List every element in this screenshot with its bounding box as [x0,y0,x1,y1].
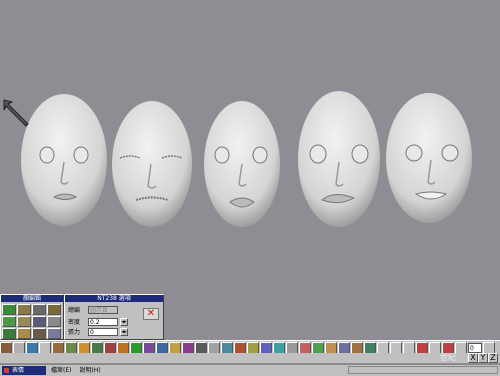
3d-viewport[interactable] [0,0,500,340]
option-field[interactable]: 圖示頁 [88,305,118,314]
head-model [386,93,472,223]
play-icon[interactable] [416,341,428,354]
grid-icon[interactable] [260,341,272,354]
tool-button[interactable] [32,328,46,339]
tool-icon[interactable] [182,341,194,354]
tool-icon[interactable] [130,341,142,354]
object-icon[interactable] [0,341,12,354]
tension-input[interactable]: 0 [88,327,118,336]
arrow-cursor-icon [2,98,32,130]
head-eyes-closed[interactable] [110,98,194,230]
tool-button[interactable] [32,304,46,315]
option-label: 張力 [68,329,81,336]
tool-button[interactable] [32,316,46,327]
head-model [298,91,380,227]
tool-icon[interactable] [247,341,259,354]
select-icon[interactable] [39,341,51,354]
tool-button[interactable] [2,328,16,339]
layer-icon[interactable] [13,341,25,354]
option-row: 密度 0.2 ◂▸ [68,317,128,326]
tool-button[interactable] [17,304,31,315]
status-field [348,366,498,374]
tool-icon[interactable] [117,341,129,354]
tool-button[interactable] [2,304,16,315]
sculpt-icon[interactable] [52,341,64,354]
secondary-toolbar [0,353,500,363]
option-label: 總編 [68,307,81,314]
tool-icon[interactable] [312,341,324,354]
axis-x-button[interactable]: X [468,353,478,363]
tool-icon[interactable] [299,341,311,354]
status-bar: 表情 檔案(E) 說明(H) [0,364,500,376]
tool-icon[interactable] [338,341,350,354]
tool-grid [2,304,61,339]
play-back-icon[interactable] [403,341,415,354]
tool-icon[interactable] [169,341,181,354]
tool-icon[interactable] [221,341,233,354]
skip-end-icon[interactable] [455,341,467,354]
frame-input[interactable]: 0 [468,342,482,353]
options-panel: NT238 選項 總編 圖示頁 密度 0.2 ◂▸ 張力 0 ◂▸ ✕ [64,294,164,340]
pen-icon[interactable] [26,341,38,354]
tool-icon[interactable] [65,341,77,354]
density-input[interactable]: 0.2 [88,317,118,326]
watermark: 世紀 [440,353,456,362]
face-edit-panel: 顏編輯 [0,294,64,340]
panel-title: NT238 選項 [65,295,163,302]
tool-icon[interactable] [143,341,155,354]
spinner-icon[interactable]: ◂▸ [120,317,128,326]
tool-icon[interactable] [273,341,285,354]
close-icon[interactable]: ✕ [143,308,159,320]
option-row: 張力 0 ◂▸ [68,327,128,336]
axis-y-button[interactable]: Y [478,353,488,363]
tool-icon[interactable] [208,341,220,354]
tool-button[interactable] [17,328,31,339]
tool-icon[interactable] [325,341,337,354]
option-row: 總編 圖示頁 [68,305,118,314]
head-frown[interactable] [202,98,282,230]
spinner-icon[interactable] [483,341,495,354]
panel-title: 顏編輯 [1,295,63,302]
tool-icon[interactable] [156,341,168,354]
tool-button[interactable] [17,316,31,327]
tool-icon[interactable] [195,341,207,354]
head-smile[interactable] [384,90,474,226]
tool-button[interactable] [47,304,61,315]
spinner-icon[interactable]: ◂▸ [120,327,128,336]
mode-indicator[interactable]: 表情 [2,366,46,375]
tool-icon[interactable] [286,341,298,354]
tool-button[interactable] [47,328,61,339]
head-twisted-mouth[interactable] [296,88,382,230]
skip-start-icon[interactable] [377,341,389,354]
tool-icon[interactable] [234,341,246,354]
main-toolbar: 0 [0,340,500,354]
tool-button[interactable] [2,316,16,327]
tool-icon[interactable] [104,341,116,354]
menu-file[interactable]: 檔案(E) [48,366,74,375]
tool-icon[interactable] [351,341,363,354]
menu-help[interactable]: 說明(H) [76,366,103,375]
head-model [112,101,192,227]
tool-icon[interactable] [91,341,103,354]
tool-icon[interactable] [364,341,376,354]
option-label: 密度 [68,319,81,326]
head-model [204,101,280,227]
axis-z-button[interactable]: Z [488,353,498,363]
tool-icon[interactable] [78,341,90,354]
tool-button[interactable] [47,316,61,327]
rewind-icon[interactable] [390,341,402,354]
